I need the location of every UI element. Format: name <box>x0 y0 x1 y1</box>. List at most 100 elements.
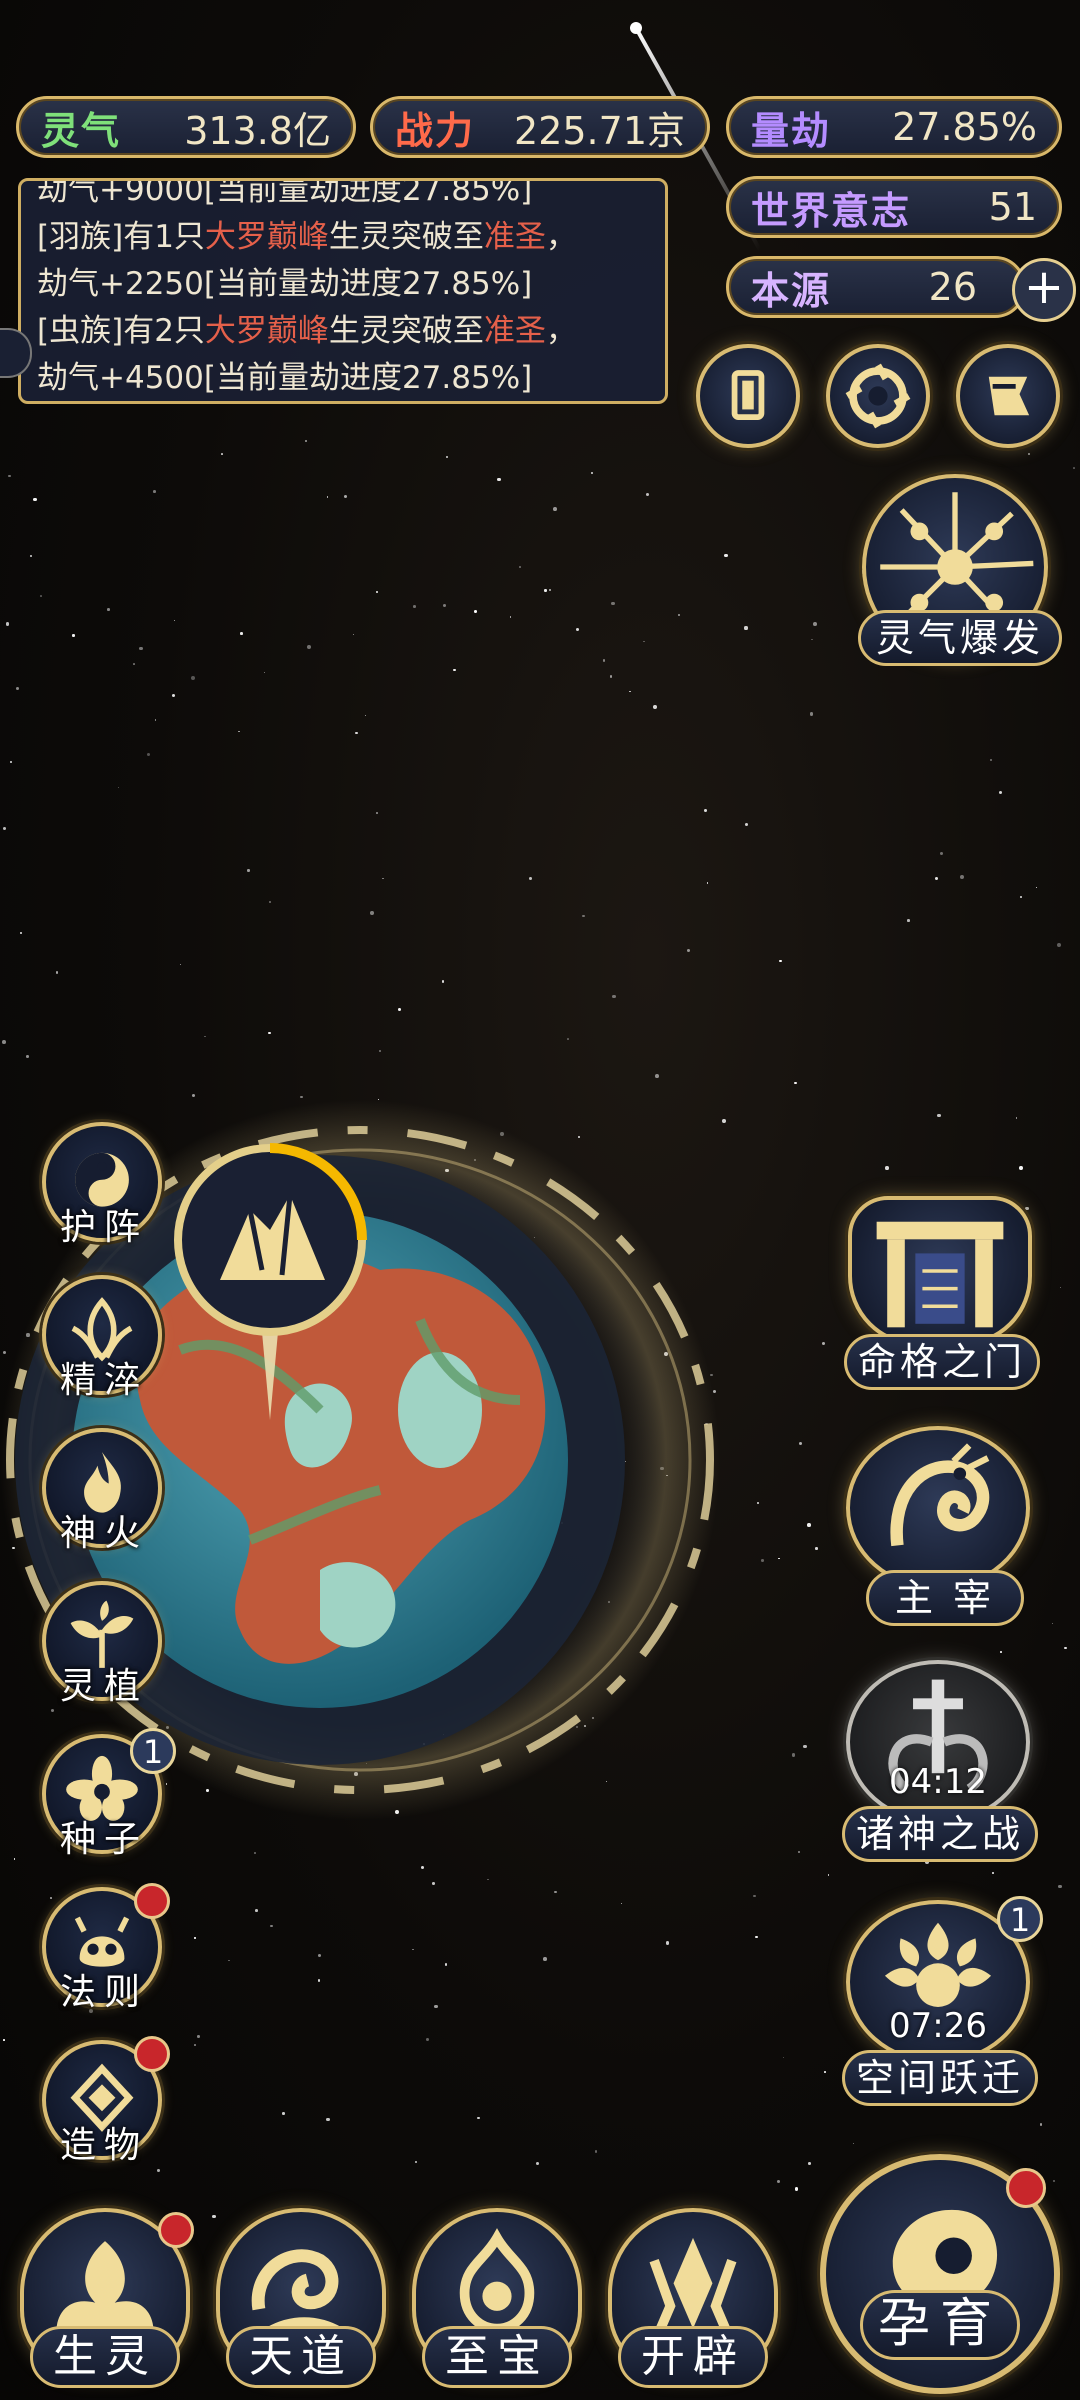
kongjian-timer: 07:26 <box>889 2006 987 2046</box>
star <box>645 492 650 497</box>
vortex-icon <box>845 363 911 429</box>
star <box>426 2037 429 2041</box>
star <box>212 2214 216 2219</box>
star <box>620 1903 622 1905</box>
star <box>496 477 501 482</box>
flag-button[interactable] <box>956 344 1060 448</box>
zhushen-battle-label: 诸神之战 <box>842 1806 1038 1862</box>
star <box>433 2004 438 2009</box>
star <box>687 949 691 953</box>
star <box>529 876 533 881</box>
star <box>761 1558 764 1562</box>
mingge-gate-button[interactable] <box>848 1196 1032 1346</box>
benyuan-resource[interactable]: 本源 26 <box>726 256 1026 318</box>
bottom-nav-label: 开辟 <box>618 2326 768 2388</box>
log-text: 劫气+2250[当前量劫进度27.85%] <box>37 266 533 302</box>
zhanli-value: 225.71京 <box>514 108 685 153</box>
star <box>305 440 308 443</box>
lingqi-resource[interactable]: 灵气 313.8亿 <box>16 96 356 158</box>
star <box>794 1081 797 1085</box>
star <box>153 490 157 494</box>
star <box>5 622 10 627</box>
left-menu-label: 法则 <box>59 1972 148 2013</box>
star <box>1039 2123 1042 2126</box>
star <box>590 471 594 475</box>
star <box>1059 1286 1062 1289</box>
star <box>442 603 447 608</box>
card-icon <box>731 370 765 420</box>
flag-icon <box>988 376 1030 416</box>
card-button[interactable] <box>696 344 800 448</box>
lingqi-burst-label: 灵气爆发 <box>858 610 1062 666</box>
star <box>1057 942 1062 947</box>
left-menu-label: 护阵 <box>59 1207 148 1248</box>
left-menu-label: 造物 <box>59 2125 148 2166</box>
star <box>811 638 813 641</box>
star <box>755 1935 758 1939</box>
star <box>798 1441 803 1446</box>
vortex-button[interactable] <box>826 344 930 448</box>
star <box>778 1557 780 1560</box>
plus-icon: + <box>1023 259 1065 315</box>
star <box>306 644 311 649</box>
star <box>173 620 175 622</box>
star <box>25 1054 29 1058</box>
star <box>194 1937 196 1939</box>
star <box>1 1039 6 1044</box>
log-highlight: 大罗巅峰 <box>204 313 329 349</box>
star <box>117 787 119 789</box>
star <box>794 2187 799 2191</box>
liangjie-resource[interactable]: 量劫 27.85% <box>726 96 1062 158</box>
star <box>1019 896 1022 898</box>
star <box>703 808 707 812</box>
log-text: ， <box>545 219 577 255</box>
zhuzai-button[interactable] <box>846 1426 1030 1590</box>
star <box>238 730 240 732</box>
shijie-label: 世界意志 <box>751 188 912 233</box>
star <box>536 2162 540 2166</box>
star <box>179 963 182 966</box>
event-log[interactable]: 劫气+9000[当前量劫进度27.85%] [羽族]有1只大罗巅峰生灵突破至准圣，… <box>18 178 668 404</box>
log-text: ， <box>545 313 577 349</box>
yunyu-label: 孕育 <box>860 2290 1020 2360</box>
star <box>815 1547 818 1550</box>
star <box>612 994 616 999</box>
star <box>1015 1117 1018 1120</box>
star <box>477 2116 480 2120</box>
star <box>228 1959 230 1962</box>
benyuan-label: 本源 <box>751 268 832 313</box>
star <box>352 633 355 636</box>
star <box>355 731 358 735</box>
shijie-resource[interactable]: 世界意志 51 <box>726 176 1062 238</box>
star <box>379 1049 381 1052</box>
star <box>191 676 195 681</box>
star <box>745 822 749 827</box>
star <box>611 601 615 606</box>
star <box>643 640 645 643</box>
star <box>29 555 32 558</box>
zhushen-timer: 04:12 <box>889 1762 987 1802</box>
star <box>744 626 748 630</box>
star <box>602 659 606 662</box>
mingge-gate-label: 命格之门 <box>844 1334 1040 1390</box>
zhuzai-label: 主 宰 <box>866 1570 1024 1626</box>
star <box>677 613 680 616</box>
kongjian-badge: 1 <box>997 1896 1043 1942</box>
star <box>824 2070 826 2073</box>
benyuan-add-button[interactable]: + <box>1012 258 1076 322</box>
star <box>19 932 22 935</box>
zhanli-label: 战力 <box>395 108 476 153</box>
star <box>989 758 992 761</box>
star <box>582 914 585 917</box>
star <box>519 566 521 568</box>
star <box>807 1523 811 1527</box>
star <box>106 607 110 611</box>
star <box>1019 1166 1023 1171</box>
liangjie-value: 27.85% <box>892 105 1037 149</box>
star <box>376 591 379 594</box>
log-line: 劫气+2250[当前量劫进度27.85%] <box>37 261 649 308</box>
star <box>553 506 557 511</box>
star <box>776 2180 780 2184</box>
left-menu-label: 灵植 <box>59 1666 148 1707</box>
zhanli-resource[interactable]: 战力 225.71京 <box>370 96 710 158</box>
